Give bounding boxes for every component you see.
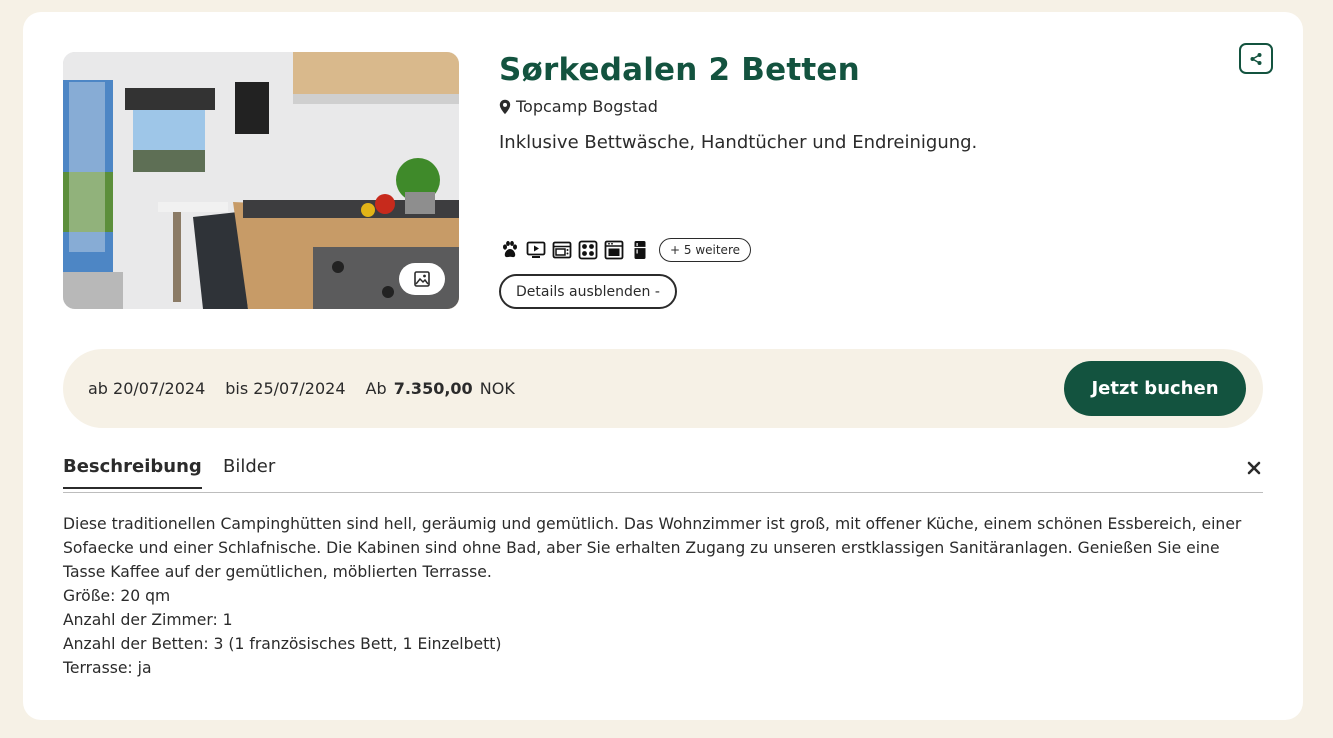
tv-icon <box>525 239 547 261</box>
cabin-interior-image <box>63 52 459 309</box>
share-icon <box>1250 52 1262 65</box>
description-panel: Diese traditionellen Campinghütten sind … <box>63 512 1263 680</box>
oven-icon <box>603 239 625 261</box>
toggle-details-button[interactable]: Details ausblenden - <box>499 274 677 309</box>
tab-beschreibung[interactable]: Beschreibung <box>63 456 202 489</box>
booking-bar: ab 20/07/2024 bis 25/07/2024 Ab 7.350,00… <box>63 349 1263 428</box>
listing-location: Topcamp Bogstad <box>499 97 658 116</box>
listing-card: Sørkedalen 2 Betten Topcamp Bogstad Inkl… <box>23 12 1303 720</box>
beds-line: Anzahl der Betten: 3 (1 französisches Be… <box>63 635 502 653</box>
description-text: Diese traditionellen Campinghütten sind … <box>63 515 1242 581</box>
close-details-button[interactable] <box>1245 456 1263 478</box>
paw-icon <box>499 239 521 261</box>
listing-subtitle: Inklusive Bettwäsche, Handtücher und End… <box>499 132 978 153</box>
detail-tabs: Beschreibung Bilder <box>63 452 1263 493</box>
listing-photo[interactable] <box>63 52 459 309</box>
more-amenities-badge[interactable]: + 5 weitere <box>659 238 751 262</box>
terrace-line: Terrasse: ja <box>63 659 152 677</box>
date-to: bis 25/07/2024 <box>225 379 346 398</box>
price-amount: 7.350,00 <box>393 379 473 398</box>
book-now-button[interactable]: Jetzt buchen <box>1064 361 1246 416</box>
map-pin-icon <box>499 99 511 114</box>
image-gallery-icon <box>414 271 430 287</box>
date-from: ab 20/07/2024 <box>88 379 206 398</box>
close-icon <box>1247 461 1261 475</box>
size-line: Größe: 20 qm <box>63 587 171 605</box>
price-currency: NOK <box>479 379 515 398</box>
gallery-button[interactable] <box>399 263 445 295</box>
amenities-list: + 5 weitere <box>499 238 751 262</box>
microwave-icon <box>551 239 573 261</box>
price: Ab 7.350,00 NOK <box>366 379 515 398</box>
stove-icon <box>577 239 599 261</box>
location-label: Topcamp Bogstad <box>516 97 658 116</box>
listing-title: Sørkedalen 2 Betten <box>499 52 860 88</box>
fridge-icon <box>629 239 651 261</box>
tab-bilder[interactable]: Bilder <box>223 456 275 487</box>
rooms-line: Anzahl der Zimmer: 1 <box>63 611 233 629</box>
share-button[interactable] <box>1239 43 1273 74</box>
price-prefix: Ab <box>365 379 387 398</box>
